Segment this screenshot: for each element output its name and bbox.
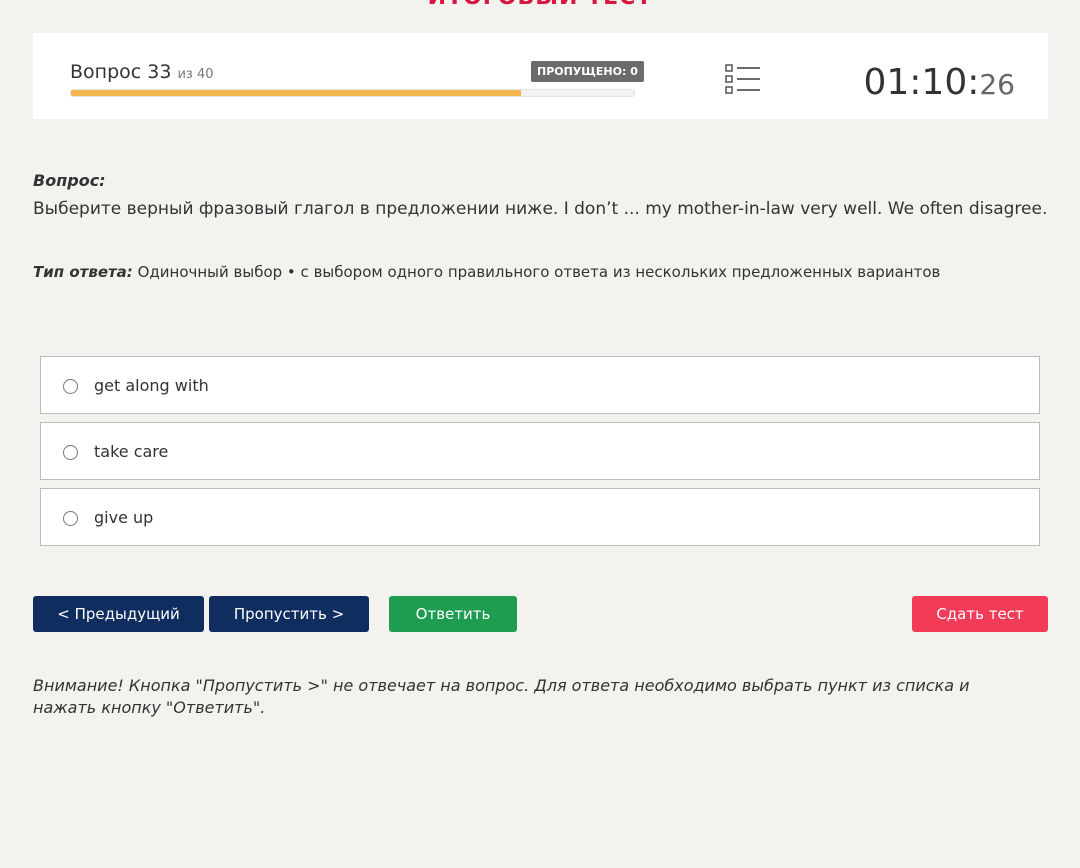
question-list-icon[interactable]	[725, 63, 761, 97]
timer-seconds: 26	[979, 68, 1015, 101]
previous-button[interactable]: < Предыдущий	[33, 596, 204, 632]
skipped-badge: ПРОПУЩЕНО: 0	[531, 61, 644, 82]
progress-fill	[71, 90, 522, 96]
page-title: ИТОГОВЫЙ ТЕСТ	[0, 0, 1080, 10]
question-total: из 40	[177, 67, 214, 82]
radio-button[interactable]	[63, 445, 78, 460]
option-label: give up	[94, 508, 154, 527]
skip-button[interactable]: Пропустить >	[209, 596, 369, 632]
timer-main: 01:10:	[863, 62, 980, 103]
answer-options: get along with take care give up	[40, 356, 1040, 554]
radio-button[interactable]	[63, 511, 78, 526]
answer-type-label: Тип ответа:	[33, 263, 133, 281]
option-label: get along with	[94, 376, 209, 395]
question-text: Выберите верный фразовый глагол в предло…	[33, 199, 1048, 219]
answer-option[interactable]: take care	[40, 422, 1040, 480]
question-label: Вопрос:	[33, 171, 106, 190]
progress-bar	[70, 89, 635, 97]
submit-test-button[interactable]: Сдать тест	[912, 596, 1048, 632]
timer: 01:10:26	[863, 61, 1015, 107]
question-counter: Вопрос 33 из 40	[70, 61, 214, 83]
answer-type: Тип ответа: Одиночный выбор • с выбором …	[33, 263, 940, 281]
notice-text: Внимание! Кнопка "Пропустить >" не отвеч…	[33, 676, 970, 717]
radio-button[interactable]	[63, 379, 78, 394]
answer-button[interactable]: Ответить	[389, 596, 517, 632]
status-panel: Вопрос 33 из 40 ПРОПУЩЕНО: 0 01:10:26	[33, 33, 1048, 119]
answer-type-value: Одиночный выбор • с выбором одного прави…	[137, 263, 941, 281]
list-icon-svg	[725, 64, 760, 94]
answer-option[interactable]: give up	[40, 488, 1040, 546]
option-label: take care	[94, 442, 169, 461]
question-number: Вопрос 33	[70, 61, 172, 83]
answer-option[interactable]: get along with	[40, 356, 1040, 414]
